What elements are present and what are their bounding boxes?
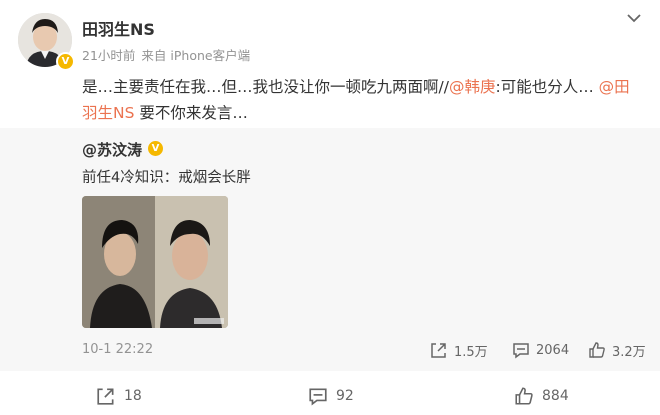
thumbs-up-icon (589, 342, 605, 358)
like-count: 884 (542, 388, 569, 404)
like-stat[interactable]: 3.2万 (588, 340, 646, 360)
share-icon (431, 343, 446, 358)
original-post-time[interactable]: 10-1 22:22 (82, 342, 153, 357)
repost-count: 18 (124, 388, 142, 404)
verified-badge-icon: V (148, 141, 163, 156)
share-icon (97, 388, 114, 405)
repost-count: 1.5万 (454, 344, 488, 360)
post-time[interactable]: 21小时前 (82, 48, 135, 63)
post-text-part1: 是…主要责任在我…但…我也没让你一顿吃九两面啊// (82, 78, 449, 96)
comment-count: 92 (336, 388, 354, 404)
comment-icon (309, 388, 327, 406)
repost-button[interactable]: 18 (96, 386, 142, 406)
post-source: 来自 iPhone客户端 (141, 48, 251, 63)
action-bar: 18 92 884 (0, 376, 660, 415)
post-text-part3: 要不你来发言… (134, 104, 248, 122)
post-meta: 21小时前 来自 iPhone客户端 (82, 45, 250, 64)
mention-link[interactable]: @韩庚 (449, 78, 496, 96)
thumbs-up-icon (515, 387, 533, 405)
post-header: V 田羽生NS 21小时前 来自 iPhone客户端 (0, 0, 660, 76)
chevron-down-icon[interactable] (626, 12, 642, 24)
original-author[interactable]: @苏汶涛 (82, 139, 142, 160)
reposted-content: @苏汶涛 V 前任4冷知识：戒烟会长胖 10-1 22:22 1.5万 2064… (0, 128, 660, 371)
repost-stat[interactable]: 1.5万 (430, 340, 488, 360)
like-button[interactable]: 884 (514, 386, 569, 406)
verified-badge-icon: V (56, 52, 75, 71)
comment-button[interactable]: 92 (308, 386, 354, 406)
like-count: 3.2万 (612, 344, 646, 360)
comment-count: 2064 (536, 342, 570, 358)
post-text-part2: :可能也分人… (495, 78, 599, 96)
original-post-text: 前任4冷知识：戒烟会长胖 (82, 170, 251, 186)
comment-icon (513, 343, 529, 359)
photo-illustration (82, 196, 228, 328)
comment-stat[interactable]: 2064 (512, 340, 569, 360)
post-text: 是…主要责任在我…但…我也没让你一顿吃九两面啊//@韩庚:可能也分人… @田羽生… (82, 74, 642, 126)
post-image[interactable] (82, 196, 228, 328)
username[interactable]: 田羽生NS (82, 16, 155, 40)
